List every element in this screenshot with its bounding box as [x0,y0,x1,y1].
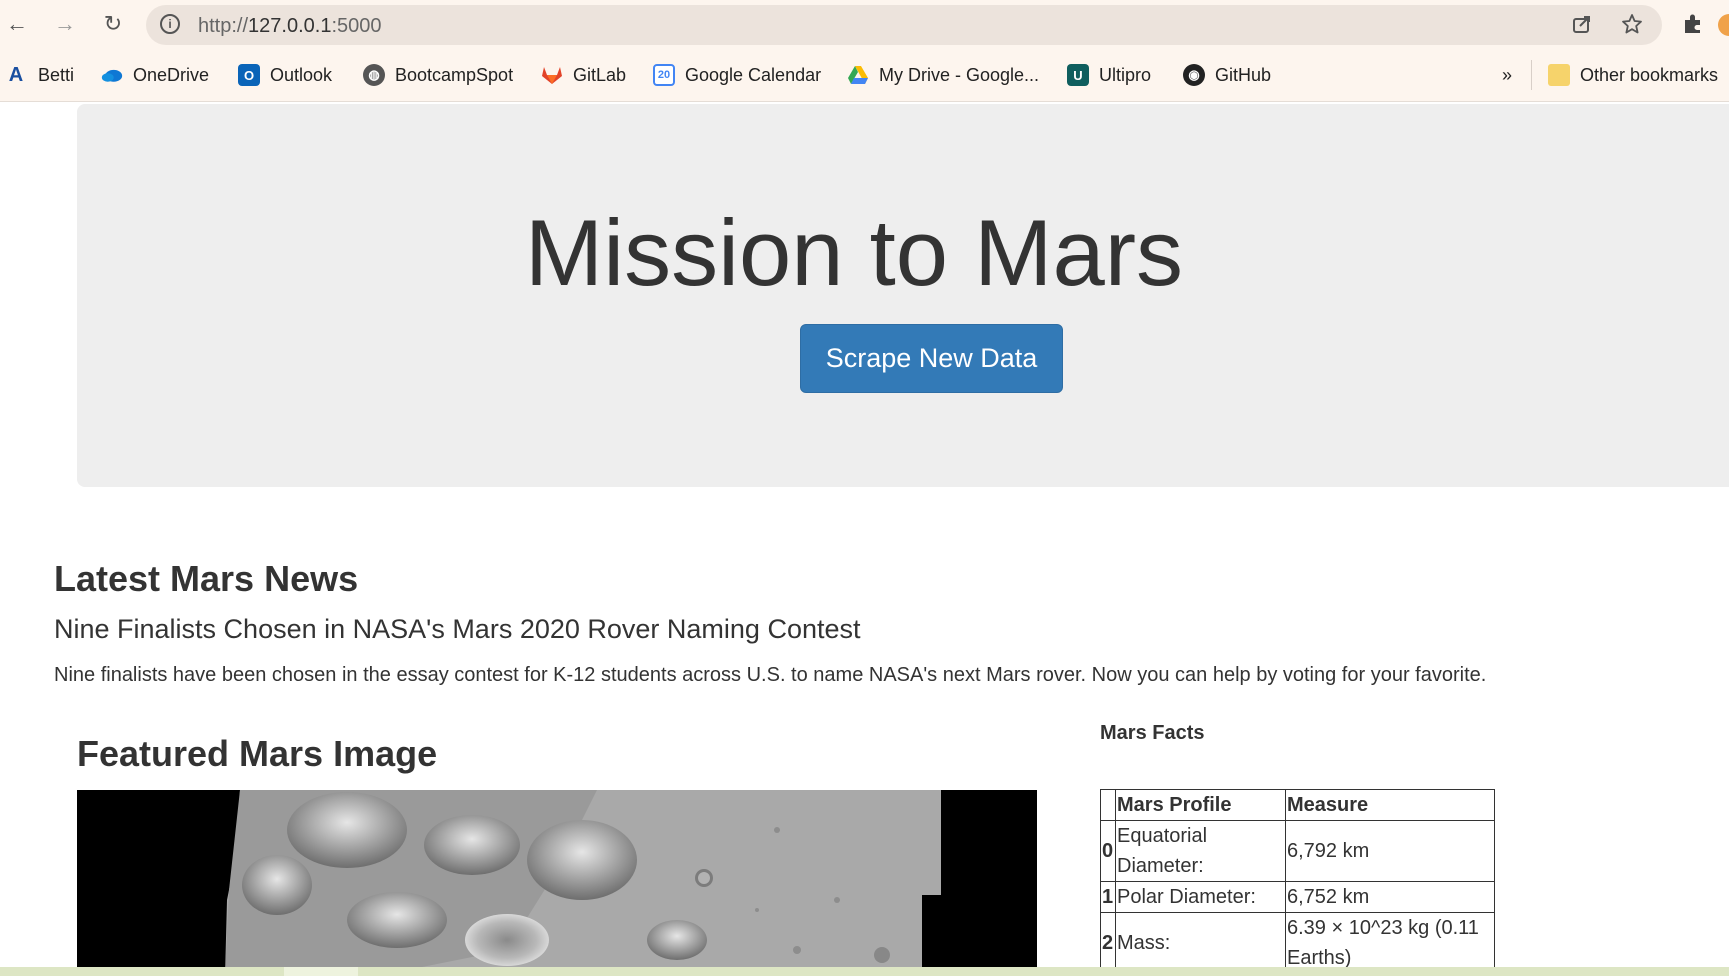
extensions-icon[interactable] [1680,12,1706,38]
mars-facts-heading: Mars Facts [1100,722,1205,744]
page-title: Mission to Mars [524,200,1184,305]
url-text[interactable]: http://127.0.0.1:5000 [198,15,382,38]
bookmark-label: Ultipro [1099,64,1152,85]
scrollbar-thumb[interactable] [284,967,358,976]
table-row: 0 Equatorial Diameter: 6,792 km [1100,820,1495,882]
bookmark-label: OneDrive [133,64,210,85]
bookmark-github[interactable]: ◉ GitHub [1183,62,1271,88]
row-index: 1 [1100,881,1116,913]
bookmark-label: Other bookmarks [1580,64,1719,85]
row-measure: 6,792 km [1285,820,1495,882]
url-scheme: http:// [198,15,249,37]
bookmarks-bar: A Betti OneDrive O Outlook ◍ BootcampSpo… [0,50,1729,102]
bookmark-label: Betti [38,64,75,85]
bookmark-label: My Drive - Google... [879,64,1040,85]
table-header-row: Mars Profile Measure [1100,789,1495,821]
bookmarks-overflow-button[interactable]: » [1502,62,1512,88]
star-icon[interactable] [1620,13,1644,37]
row-profile: Polar Diameter: [1115,881,1286,913]
drive-icon [847,64,869,86]
mars-facts-table: Mars Profile Measure 0 Equatorial Diamet… [1100,789,1495,974]
browser-toolbar: ← → ↻ i http://127.0.0.1:5000 [0,0,1729,50]
bookmark-ultipro[interactable]: U Ultipro [1067,62,1151,88]
featured-image-heading: Featured Mars Image [77,733,438,774]
row-measure: 6,752 km [1285,881,1495,913]
bookmark-outlook[interactable]: O Outlook [238,62,332,88]
bookmarks-divider [1531,60,1532,90]
reload-icon[interactable]: ↻ [98,9,128,39]
horizontal-scrollbar[interactable] [0,967,1729,976]
betti-icon: A [8,63,24,86]
row-profile: Equatorial Diameter: [1115,820,1286,882]
url-host: 127.0.0.1 [248,15,332,37]
folder-icon [1548,64,1570,86]
address-bar[interactable]: i http://127.0.0.1:5000 [146,5,1662,45]
bookmark-label: Outlook [270,64,333,85]
bookmark-label: GitHub [1215,64,1272,85]
profile-avatar[interactable] [1718,14,1729,36]
bookmark-google-calendar[interactable]: 20 Google Calendar [653,62,821,88]
bookmark-my-drive[interactable]: My Drive - Google... [847,62,1039,88]
url-port: :5000 [331,15,382,37]
other-bookmarks-folder[interactable]: Other bookmarks [1548,62,1718,88]
row-profile: Mass: [1115,912,1286,974]
back-icon[interactable]: ← [2,9,32,39]
row-measure: 6.39 × 10^23 kg (0.11 Earths) [1285,912,1495,974]
forward-icon[interactable]: → [50,9,80,39]
globe-icon: ◍ [363,64,385,86]
news-title: Nine Finalists Chosen in NASA's Mars 202… [54,614,861,644]
gitlab-icon [541,64,563,86]
table-row: 1 Polar Diameter: 6,752 km [1100,881,1495,913]
github-icon: ◉ [1183,64,1205,86]
row-index: 2 [1100,912,1116,974]
column-header-profile: Mars Profile [1115,789,1286,821]
news-paragraph: Nine finalists have been chosen in the e… [54,664,1487,686]
featured-mars-image [77,790,1037,976]
site-info-icon[interactable]: i [160,14,180,34]
bookmark-bootcampspot[interactable]: ◍ BootcampSpot [363,62,513,88]
outlook-icon: O [238,64,260,86]
column-header-index [1100,789,1116,821]
table-row: 2 Mass: 6.39 × 10^23 kg (0.11 Earths) [1100,912,1495,974]
bookmark-label: GitLab [573,64,627,85]
onedrive-icon [101,64,123,86]
ultipro-icon: U [1067,64,1089,86]
bookmark-label: BootcampSpot [395,64,514,85]
news-section-heading: Latest Mars News [54,558,359,599]
bookmark-onedrive[interactable]: OneDrive [101,62,209,88]
calendar-icon: 20 [653,64,675,86]
row-index: 0 [1100,820,1116,882]
bookmark-gitlab[interactable]: GitLab [541,62,626,88]
scrape-new-data-button[interactable]: Scrape New Data [800,324,1063,393]
column-header-measure: Measure [1285,789,1495,821]
bookmark-label: Google Calendar [685,64,822,85]
bookmark-betti[interactable]: A Betti [8,62,74,88]
share-icon[interactable] [1570,13,1594,37]
